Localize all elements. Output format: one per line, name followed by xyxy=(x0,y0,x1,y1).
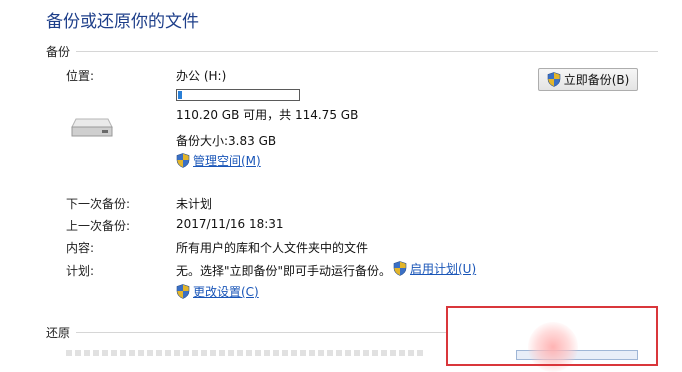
schedule-value: 无。选择"立即备份"即可手动运行备份。 xyxy=(176,264,392,278)
shield-icon xyxy=(176,153,190,168)
backup-now-label: 立即备份(B) xyxy=(563,73,630,87)
change-settings-link[interactable]: 更改设置(C) xyxy=(176,283,259,300)
backup-section-heading: 备份 xyxy=(46,45,71,59)
last-backup-value: 2017/11/16 18:31 xyxy=(176,217,284,231)
next-backup-label: 下一次备份: xyxy=(66,197,131,211)
shield-icon xyxy=(547,72,561,87)
page-title: 备份或还原你的文件 xyxy=(46,12,199,32)
shield-icon xyxy=(176,284,190,299)
disk-usage-fill xyxy=(178,91,182,99)
enable-schedule-link-label: 启用计划(U) xyxy=(410,262,477,276)
drive-name: 办公 (H:) xyxy=(176,69,227,83)
shield-icon xyxy=(393,261,407,276)
backup-size-text: 备份大小:3.83 GB xyxy=(176,134,277,148)
location-label: 位置: xyxy=(66,69,95,83)
enable-schedule-link[interactable]: 启用计划(U) xyxy=(393,260,476,277)
backup-now-button[interactable]: 立即备份(B) xyxy=(538,68,638,91)
manage-space-link-label: 管理空间(M) xyxy=(193,154,261,168)
change-settings-link-label: 更改设置(C) xyxy=(193,285,259,299)
manage-space-link[interactable]: 管理空间(M) xyxy=(176,152,261,169)
backup-section-divider xyxy=(76,51,658,52)
disk-usage-bar xyxy=(176,89,300,101)
restore-section-divider xyxy=(76,332,446,333)
schedule-label: 计划: xyxy=(66,264,95,278)
restore-section-heading: 还原 xyxy=(46,326,71,340)
restore-text-cutoff xyxy=(66,350,426,356)
last-backup-label: 上一次备份: xyxy=(66,219,131,233)
contents-value: 所有用户的库和个人文件夹中的文件 xyxy=(176,241,369,255)
space-text: 110.20 GB 可用，共 114.75 GB xyxy=(176,108,359,122)
next-backup-value: 未计划 xyxy=(176,197,213,211)
highlight-box xyxy=(446,306,658,366)
drive-icon xyxy=(71,118,113,137)
contents-label: 内容: xyxy=(66,241,95,255)
